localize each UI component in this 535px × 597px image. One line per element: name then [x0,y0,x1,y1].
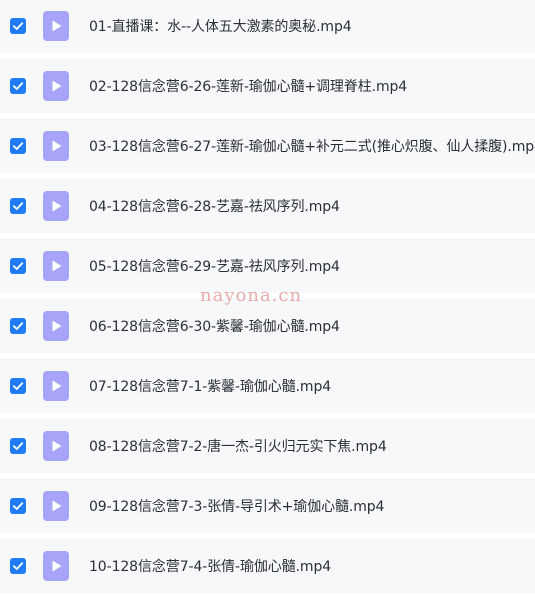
file-name[interactable]: 07-128信念营7-1-紫馨-瑜伽心髓.mp4 [89,376,331,396]
file-name[interactable]: 09-128信念营7-3-张倩-导引术+瑜伽心髓.mp4 [89,496,384,516]
video-file-icon [43,490,69,521]
file-row[interactable]: 07-128信念营7-1-紫馨-瑜伽心髓.mp4 [0,358,535,413]
file-row[interactable]: 06-128信念营6-30-紫馨-瑜伽心髓.mp4 [0,298,535,353]
file-row[interactable]: 02-128信念营6-26-莲新-瑜伽心髓+调理脊柱.mp4 [0,58,535,113]
video-file-icon [43,190,69,221]
check-icon [12,381,24,390]
file-name[interactable]: 04-128信念营6-28-艺嘉-祛风序列.mp4 [89,196,340,216]
check-icon [12,501,24,510]
file-name[interactable]: 05-128信念营6-29-艺嘉-祛风序列.mp4 [89,256,340,276]
file-name[interactable]: 06-128信念营6-30-紫馨-瑜伽心髓.mp4 [89,316,340,336]
video-file-icon [43,250,69,281]
file-row[interactable]: 04-128信念营6-28-艺嘉-祛风序列.mp4 [0,178,535,233]
file-checkbox[interactable] [10,197,26,214]
file-checkbox[interactable] [10,437,26,454]
file-name[interactable]: 02-128信念营6-26-莲新-瑜伽心髓+调理脊柱.mp4 [89,76,407,96]
video-file-icon [43,10,69,41]
file-name[interactable]: 01-直播课：水--人体五大激素的奥秘.mp4 [89,16,352,36]
file-row[interactable]: 05-128信念营6-29-艺嘉-祛风序列.mp4 [0,238,535,293]
file-row[interactable]: 03-128信念营6-27-莲新-瑜伽心髓+补元二式(推心炽腹、仙人揉腹).mp… [0,118,535,173]
file-row[interactable]: 09-128信念营7-3-张倩-导引术+瑜伽心髓.mp4 [0,478,535,533]
file-checkbox[interactable] [10,317,26,334]
file-list: 01-直播课：水--人体五大激素的奥秘.mp4 02-128信念营6-26-莲新… [0,0,535,597]
check-icon [12,201,24,210]
check-icon [12,321,24,330]
video-file-icon [43,70,69,101]
video-file-icon [43,310,69,341]
check-icon [12,561,24,570]
check-icon [12,141,24,150]
file-checkbox[interactable] [10,257,26,274]
video-file-icon [43,130,69,161]
file-row[interactable]: 01-直播课：水--人体五大激素的奥秘.mp4 [0,0,535,53]
file-checkbox[interactable] [10,137,26,154]
check-icon [12,441,24,450]
video-file-icon [43,550,69,581]
file-checkbox[interactable] [10,77,26,94]
file-name[interactable]: 08-128信念营7-2-唐一杰-引火归元实下焦.mp4 [89,436,387,456]
file-checkbox[interactable] [10,557,26,574]
check-icon [12,261,24,270]
file-row[interactable]: 10-128信念营7-4-张倩-瑜伽心髓.mp4 [0,538,535,593]
file-checkbox[interactable] [10,497,26,514]
file-checkbox[interactable] [10,377,26,394]
video-file-icon [43,370,69,401]
check-icon [12,21,24,30]
file-name[interactable]: 03-128信念营6-27-莲新-瑜伽心髓+补元二式(推心炽腹、仙人揉腹).mp… [89,136,535,156]
check-icon [12,81,24,90]
file-checkbox[interactable] [10,17,26,34]
file-name[interactable]: 10-128信念营7-4-张倩-瑜伽心髓.mp4 [89,556,331,576]
video-file-icon [43,430,69,461]
file-row[interactable]: 08-128信念营7-2-唐一杰-引火归元实下焦.mp4 [0,418,535,473]
